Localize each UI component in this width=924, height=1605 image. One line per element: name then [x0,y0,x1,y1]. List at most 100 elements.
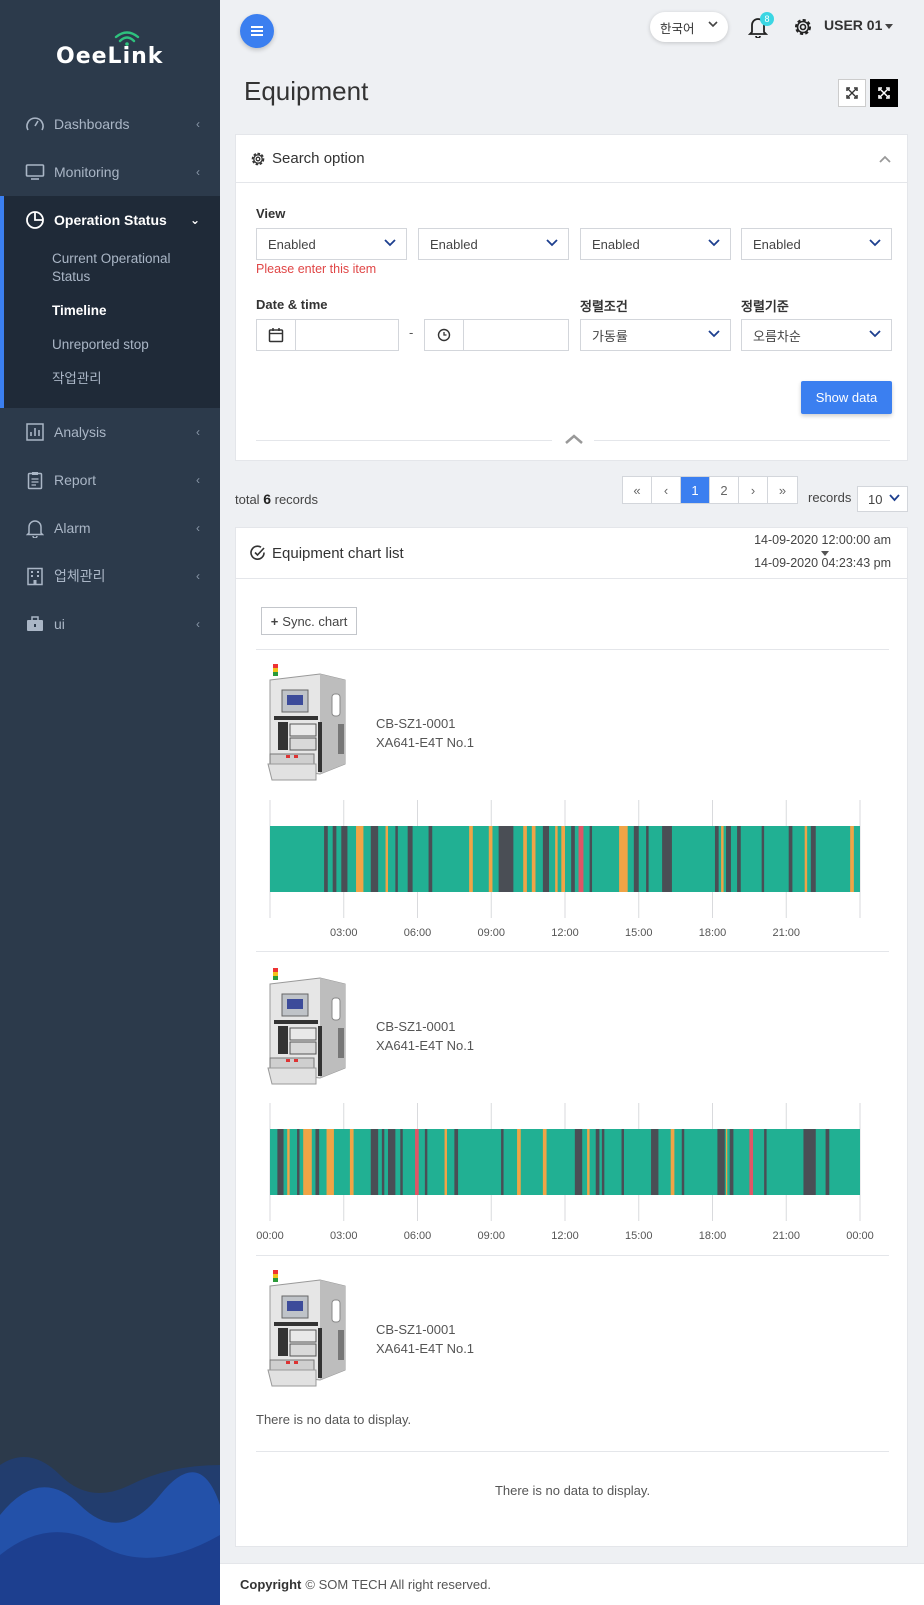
select-value: 오름차순 [753,328,801,344]
gauge-icon [24,114,46,134]
divider [256,440,552,441]
timeline-segment-stop [717,1129,725,1195]
settings-gear-icon[interactable] [792,16,814,38]
divider [256,649,889,650]
timeline-segment-stop [633,826,639,892]
sidebar-subitem-unreported-stop[interactable]: Unreported stop [4,330,220,360]
divider [256,1451,889,1452]
tick-label: 15:00 [625,927,653,939]
sidebar-item-analysis[interactable]: Analysis ‹ [0,408,220,456]
prev-page-button[interactable]: ‹ [652,477,681,503]
timeline-segment-stop [277,1129,284,1195]
calendar-addon[interactable] [256,319,296,351]
range-start: 14-09-2020 12:00:00 am [754,533,891,547]
next-page-button[interactable]: › [739,477,768,503]
view-select-2[interactable]: Enabled [418,228,569,260]
sort-order-select[interactable]: 오름차순 [741,319,892,351]
timeline-chart-2[interactable]: 00:00 03:00 06:00 09:00 12:00 15:00 18:00 21:00… [256,1103,896,1243]
search-option-header[interactable]: Search option [236,135,907,183]
chevron-left-icon: ‹ [196,521,200,535]
timeline-segment-stop [662,826,672,892]
select-value: Enabled [268,236,316,252]
timeline-segment-stop [726,826,731,892]
timeline-segment-idle [517,1129,521,1195]
timeline-segment-idle [531,826,536,892]
chevron-down-icon [708,330,720,338]
timeline-segment-stop [395,826,398,892]
expand-icon [846,87,858,99]
view-select-4[interactable]: Enabled [741,228,892,260]
page-1-button[interactable]: 1 [681,477,710,503]
sidebar-item-dashboards[interactable]: Dashboards ‹ [0,100,220,148]
equipment-code: CB-SZ1-0001 [376,1019,456,1034]
sidebar-subitem-current-status[interactable]: Current Operational Status [4,244,194,292]
timeline-segment-stop [424,1129,428,1195]
timeline-segment-stop [542,826,550,892]
timeline-segment-stop [681,1129,685,1195]
timeline-segment-stop [651,1129,659,1195]
no-data-message: There is no data to display. [494,1483,651,1498]
machine-image[interactable] [260,664,350,784]
timeline-segment-alarm [578,826,584,892]
tick-label: 21:00 [772,1230,800,1242]
timeline-segment-stop [571,826,575,892]
fullscreen-card-button[interactable] [838,79,866,107]
equipment-name: XA641-E4T No.1 [376,1038,475,1053]
timeline-segment-stop [332,826,337,892]
show-data-button[interactable]: Show data [801,381,892,414]
sidebar-subitem-timeline[interactable]: Timeline [4,296,220,326]
sort-condition-label: 정렬조건 [580,299,628,314]
sidebar-item-company-management[interactable]: 업체관리 ‹ [0,552,220,600]
timeline-segment-stop [498,826,514,892]
fullscreen-page-button[interactable] [870,79,898,107]
user-menu[interactable]: USER 01 [824,17,882,33]
equipment-info: CB-SZ1-0001 XA641-E4T No.1 [376,714,474,752]
briefcase-icon [24,614,46,634]
time-input[interactable] [463,319,569,351]
sort-order-label: 정렬기준 [741,299,789,314]
tick-label: 21:00 [772,927,800,939]
timeline-segment-idle [561,826,565,892]
records-label: records [808,490,852,505]
timeline-segment-stop [407,826,413,892]
select-value: 가동률 [592,328,628,344]
timeline-segment-stop [341,826,348,892]
menu-toggle-button[interactable] [240,14,274,48]
chevron-down-icon: ⌄ [189,213,200,227]
timeline-segment-stop [646,826,649,892]
language-select[interactable]: 한국어 [650,12,728,42]
date-input[interactable] [295,319,399,351]
timeline-segment-stop [428,826,433,892]
collapse-chevron-up-icon[interactable] [564,433,584,445]
chevron-up-icon[interactable] [879,155,891,163]
datetime-label: Date & time [256,297,328,312]
last-page-button[interactable]: » [768,477,797,503]
sidebar-item-ui[interactable]: ui ‹ [0,600,220,648]
records-per-page-select[interactable]: 10 [857,486,908,512]
sort-condition-select[interactable]: 가동률 [580,319,731,351]
sidebar-item-monitoring[interactable]: Monitoring ‹ [0,148,220,196]
sidebar: OeeLink Dashboards ‹ Monitoring ‹ Operat… [0,0,220,1605]
view-select-1[interactable]: Enabled [256,228,407,260]
app-logo[interactable]: OeeLink [56,30,166,70]
timeline-segment-stop [381,1129,385,1195]
machine-image[interactable] [260,968,350,1088]
first-page-button[interactable]: « [623,477,652,503]
timeline-segment-idle [488,826,493,892]
sync-chart-button[interactable]: + Sync. chart [261,607,357,635]
page-2-button[interactable]: 2 [710,477,739,503]
tick-label: 18:00 [699,927,727,939]
clock-addon[interactable] [424,319,464,351]
select-value: Enabled [753,236,801,252]
equipment-name: XA641-E4T No.1 [376,735,475,750]
sidebar-item-report[interactable]: Report ‹ [0,456,220,504]
sidebar-item-alarm[interactable]: Alarm ‹ [0,504,220,552]
view-select-3[interactable]: Enabled [580,228,731,260]
timeline-chart-1[interactable]: 03:00 06:00 09:00 12:00 15:00 18:00 21:00 [256,800,896,940]
equipment-name: XA641-E4T No.1 [376,1341,475,1356]
sidebar-subitem-job-management[interactable]: 작업관리 [4,364,220,394]
sidebar-item-label: Report [54,472,97,488]
sidebar-item-operation-status[interactable]: Operation Status ⌄ [4,196,220,244]
machine-image[interactable] [260,1270,350,1390]
timeline-segment-idle [726,1129,728,1195]
